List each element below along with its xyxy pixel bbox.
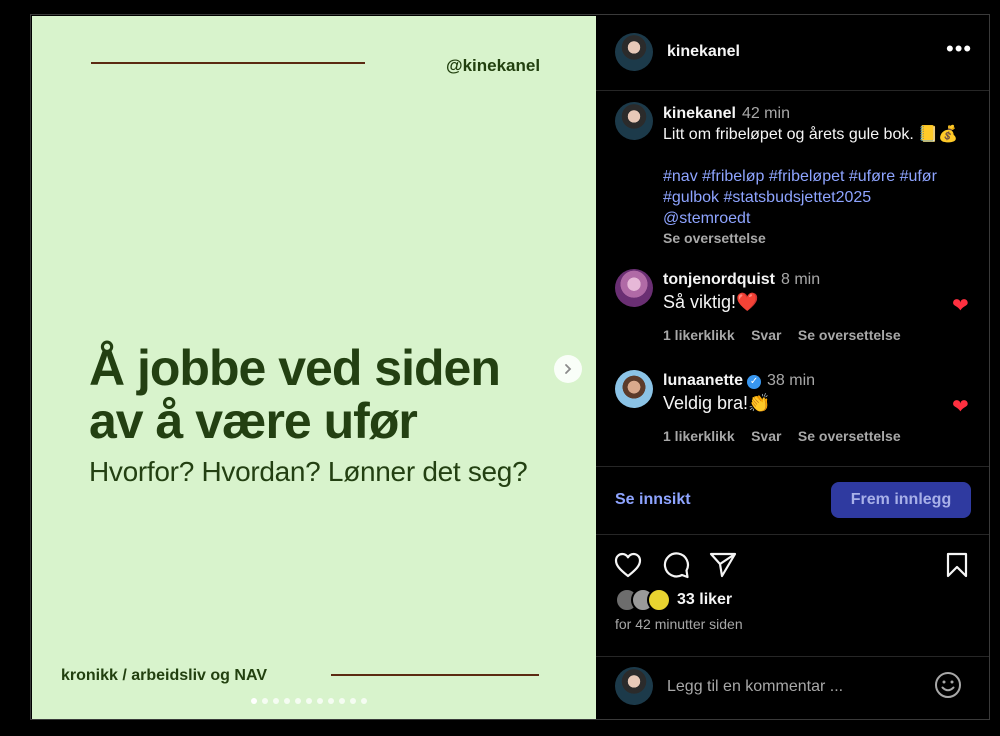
header-divider (596, 90, 989, 91)
header-avatar[interactable] (615, 33, 653, 71)
carousel-slide: @kinekanel Å jobbe ved siden av å være u… (32, 16, 596, 719)
carousel-dot (339, 698, 345, 704)
comment-avatar-2[interactable] (615, 370, 653, 408)
carousel-dot (306, 698, 312, 704)
comment-like-heart-icon[interactable]: ❤ (952, 293, 969, 318)
carousel-dot (251, 698, 257, 704)
likes-count[interactable]: 33 liker (677, 591, 732, 609)
verified-badge-icon: ✓ (747, 375, 762, 389)
comment-username[interactable]: tonjenordquist (663, 271, 775, 288)
comment-time: 38 min (767, 372, 816, 389)
caption-hashtags-1[interactable]: #nav #fribeløp #fribeløpet #uføre #ufør (663, 166, 978, 187)
caption-username[interactable]: kinekanel (663, 105, 736, 122)
caption: kinekanel 42 min Litt om fribeløpet og år… (663, 103, 978, 246)
top-divider-line (91, 62, 365, 64)
comment-reply-button[interactable]: Svar (751, 428, 781, 444)
comment-input[interactable]: Legg til en kommentar ... (667, 678, 843, 696)
save-bookmark-icon[interactable] (945, 552, 969, 578)
view-insights-link[interactable]: Se innsikt (615, 491, 691, 509)
comment-reply-button[interactable]: Svar (751, 327, 781, 343)
caption-hashtags-2[interactable]: #gulbok #statsbudsjettet2025 (663, 187, 978, 208)
carousel-dot (350, 698, 356, 704)
comment-bubble-icon[interactable] (662, 551, 690, 579)
like-heart-icon[interactable] (614, 552, 642, 578)
comment-2: lunaanette ✓ 38 min Veldig bra!👏 1 likerkl… (663, 372, 963, 446)
post-timestamp: for 42 minutter siden (615, 616, 743, 632)
header-username[interactable]: kinekanel (667, 43, 740, 61)
caption-translate-link[interactable]: Se oversettelse (663, 230, 978, 246)
comment-avatar-1[interactable] (615, 269, 653, 307)
comment-input-divider (596, 656, 989, 657)
comments-divider (596, 466, 989, 467)
carousel-dot (295, 698, 301, 704)
comment-like-heart-icon[interactable]: ❤ (952, 394, 969, 419)
liker-avatar (647, 588, 671, 612)
caption-time: 42 min (741, 105, 790, 122)
bottom-divider-line (331, 674, 539, 676)
carousel-dot (361, 698, 367, 704)
slide-headline: Å jobbe ved siden av å være ufør (89, 342, 569, 448)
likes-row[interactable]: 33 liker (615, 588, 732, 612)
current-user-avatar (615, 667, 653, 705)
carousel-dots (251, 698, 367, 704)
slide-handle: @kinekanel (446, 56, 541, 75)
headline-line-2: av å være ufør (89, 393, 418, 449)
share-send-icon[interactable] (709, 552, 737, 578)
comment-likes[interactable]: 1 likerklikk (663, 327, 735, 343)
comment-translate-link[interactable]: Se oversettelse (798, 428, 901, 444)
boost-post-button[interactable]: Frem innlegg (831, 482, 971, 518)
post-modal: @kinekanel Å jobbe ved siden av å være u… (30, 14, 990, 720)
caption-mention[interactable]: @stemroedt (663, 208, 978, 229)
chevron-right-icon (565, 364, 572, 374)
emoji-picker-icon[interactable] (934, 671, 962, 699)
comment-translate-link[interactable]: Se oversettelse (798, 327, 901, 343)
slide-footer: kronikk / arbeidsliv og NAV (61, 667, 267, 684)
caption-avatar[interactable] (615, 102, 653, 140)
carousel-dot (328, 698, 334, 704)
slide-subline: Hvorfor? Hvordan? Lønner det seg? (89, 456, 528, 487)
comment-time: 8 min (780, 271, 821, 288)
carousel-next-button[interactable] (554, 355, 582, 383)
more-options-button[interactable]: ••• (946, 36, 972, 62)
carousel-dot (317, 698, 323, 704)
comment-username[interactable]: lunaanette (663, 372, 743, 389)
comment-likes[interactable]: 1 likerklikk (663, 428, 735, 444)
comment-text: Så viktig!❤️ (663, 292, 759, 312)
comment-text: Veldig bra!👏 (663, 393, 771, 413)
actions-divider (596, 534, 989, 535)
comment-1: tonjenordquist 8 min Så viktig!❤️ 1 liker… (663, 271, 963, 345)
carousel-dot (262, 698, 268, 704)
carousel-dot (284, 698, 290, 704)
carousel-dot (273, 698, 279, 704)
caption-text: Litt om fribeløpet og årets gule bok. 📒💰 (663, 126, 959, 143)
headline-line-1: Å jobbe ved siden (89, 340, 501, 396)
post-side-panel: kinekanel ••• kinekanel 42 min Litt om fr… (596, 16, 989, 719)
